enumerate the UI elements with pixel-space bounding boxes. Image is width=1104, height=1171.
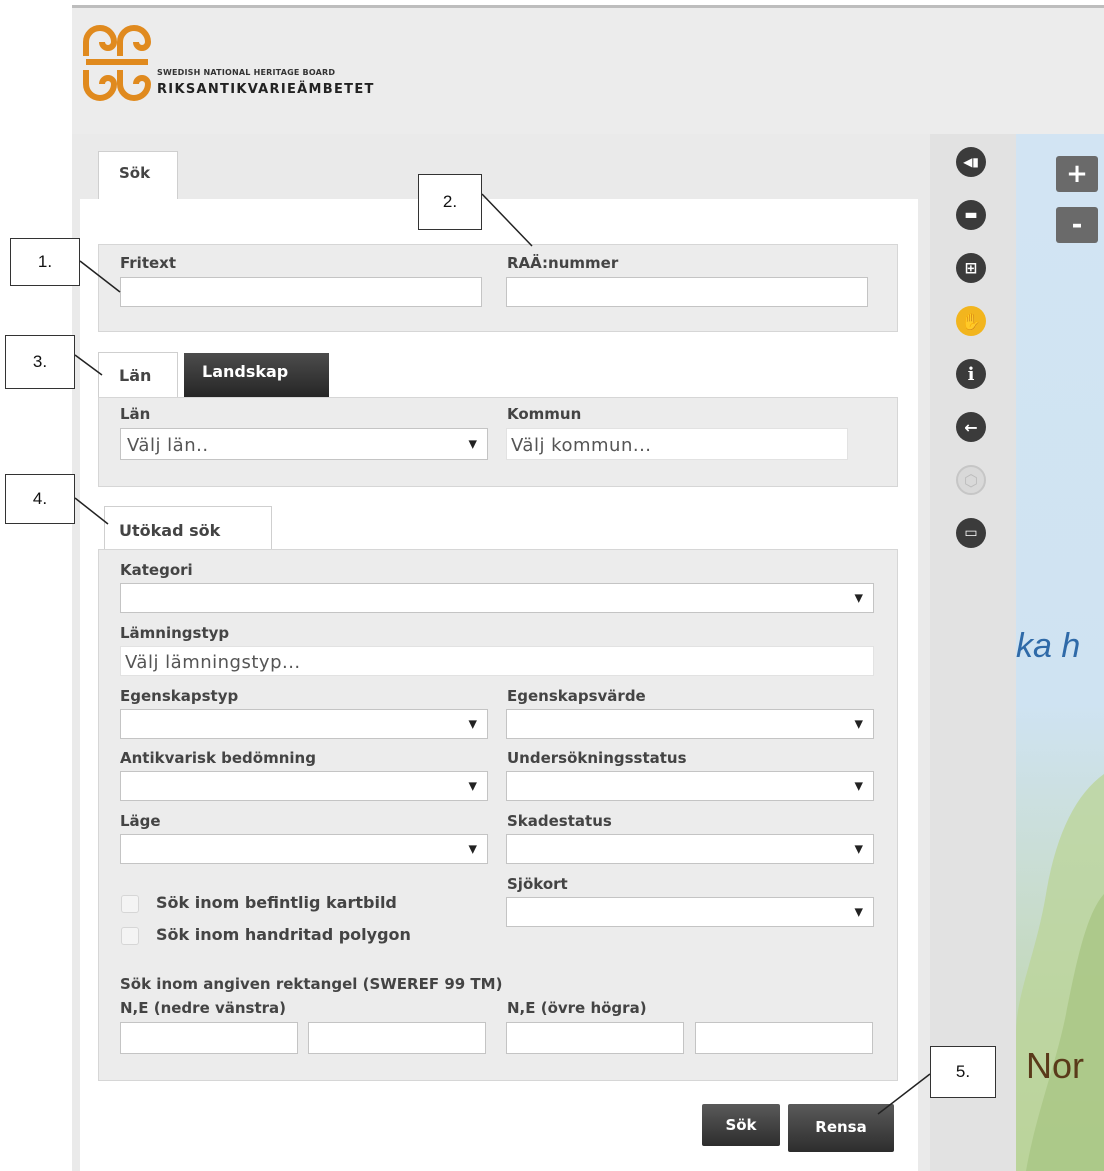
kommun-label: Kommun [507, 405, 582, 423]
callout-2: 2. [418, 174, 482, 230]
tab-landskap[interactable]: Landskap [184, 353, 329, 397]
raa-number-input[interactable] [506, 277, 868, 307]
print-icon[interactable]: ▭ [956, 518, 986, 548]
rect-lower-e-input[interactable] [308, 1022, 486, 1054]
kommun-input[interactable]: Välj kommun... [506, 428, 848, 460]
checkbox-befintlig-label: Sök inom befintlig kartbild [156, 893, 397, 912]
info-icon[interactable]: i [956, 359, 986, 389]
callout-5: 5. [930, 1046, 996, 1098]
checkbox-polygon-label: Sök inom handritad polygon [156, 925, 411, 944]
lamningstyp-label: Lämningstyp [120, 624, 230, 642]
chevron-down-icon: ▼ [854, 717, 863, 731]
search-button[interactable]: Sök [702, 1104, 780, 1146]
lamningstyp-input[interactable]: Välj lämningstyp... [120, 646, 874, 676]
checkbox-befintlig-kartbild[interactable] [121, 895, 139, 913]
tab-advanced-search[interactable]: Utökad sök [104, 506, 272, 552]
egenskapsvarde-label: Egenskapsvärde [507, 687, 646, 705]
fritext-label: Fritext [120, 254, 177, 272]
raa-number-label: RAÄ:nummer [507, 254, 619, 272]
tab-advanced-label: Utökad sök [119, 521, 221, 540]
add-layer-icon[interactable]: ⊞ [956, 253, 986, 283]
undersokning-select[interactable]: ▼ [506, 771, 874, 801]
ne-upper-right-label: N,E (övre högra) [507, 999, 647, 1017]
undersokning-label: Undersökningsstatus [507, 749, 687, 767]
fritext-input[interactable] [120, 277, 482, 307]
rect-upper-e-input[interactable] [695, 1022, 873, 1054]
sjokort-select[interactable]: ▼ [506, 897, 874, 927]
back-arrow-icon[interactable]: ← [956, 412, 986, 442]
rectangle-title: Sök inom angiven rektangel (SWEREF 99 TM… [120, 975, 503, 993]
lage-select[interactable]: ▼ [120, 834, 488, 864]
rect-upper-n-input[interactable] [506, 1022, 684, 1054]
antikvarisk-label: Antikvarisk bedömning [120, 749, 316, 767]
egenskapstyp-select[interactable]: ▼ [120, 709, 488, 739]
rect-lower-n-input[interactable] [120, 1022, 298, 1054]
lage-label: Läge [120, 812, 161, 830]
chevron-down-icon: ▼ [468, 437, 477, 451]
brand-line-swedish: RIKSANTIKVARIEÄMBETET [157, 82, 375, 97]
callout-4: 4. [5, 474, 75, 524]
lamningstyp-placeholder: Välj lämningstyp... [125, 652, 301, 673]
tab-lan[interactable]: Län [98, 352, 178, 400]
map-toolbar [930, 134, 1016, 1171]
tab-landskap-label: Landskap [202, 362, 289, 381]
egenskapstyp-label: Egenskapstyp [120, 687, 239, 705]
polygon-icon[interactable]: ⬡ [956, 465, 986, 495]
lan-select[interactable]: Välj län.. ▼ [120, 428, 488, 460]
chevron-down-icon: ▼ [854, 779, 863, 793]
kategori-select[interactable]: ▼ [120, 583, 874, 613]
sjokort-label: Sjökort [507, 875, 568, 893]
zoom-out-button[interactable]: - [1056, 207, 1098, 243]
hand-pan-icon[interactable]: ✋ [956, 306, 986, 336]
raa-logo-icon [83, 25, 152, 101]
chevron-down-icon: ▼ [468, 717, 477, 731]
brand-line-english: SWEDISH NATIONAL HERITAGE BOARD [157, 68, 336, 77]
chevron-down-icon: ▼ [854, 591, 863, 605]
chevron-down-icon: ▼ [854, 905, 863, 919]
kommun-placeholder: Välj kommun... [511, 435, 652, 456]
lan-select-value: Välj län.. [127, 435, 209, 456]
tab-search[interactable]: Sök [98, 151, 178, 201]
clear-button[interactable]: Rensa [788, 1104, 894, 1152]
map-label-country: Nor [1026, 1045, 1085, 1086]
egenskapsvarde-select[interactable]: ▼ [506, 709, 874, 739]
map-label-sea: ka h [1016, 627, 1081, 665]
checkbox-handritad-polygon[interactable] [121, 927, 139, 945]
callout-3: 3. [5, 335, 75, 389]
chevron-down-icon: ▼ [468, 779, 477, 793]
chevron-down-icon: ▼ [854, 842, 863, 856]
collapse-panel-icon[interactable]: ◀▮ [956, 147, 986, 177]
ne-lower-left-label: N,E (nedre vänstra) [120, 999, 287, 1017]
lan-label: Län [120, 405, 151, 423]
kategori-label: Kategori [120, 561, 193, 579]
skadestatus-label: Skadestatus [507, 812, 612, 830]
antikvarisk-select[interactable]: ▼ [120, 771, 488, 801]
skadestatus-select[interactable]: ▼ [506, 834, 874, 864]
ruler-icon[interactable]: ▬ [956, 200, 986, 230]
tab-lan-label: Län [119, 366, 152, 385]
zoom-in-button[interactable]: + [1056, 156, 1098, 192]
chevron-down-icon: ▼ [468, 842, 477, 856]
callout-1: 1. [10, 238, 80, 286]
